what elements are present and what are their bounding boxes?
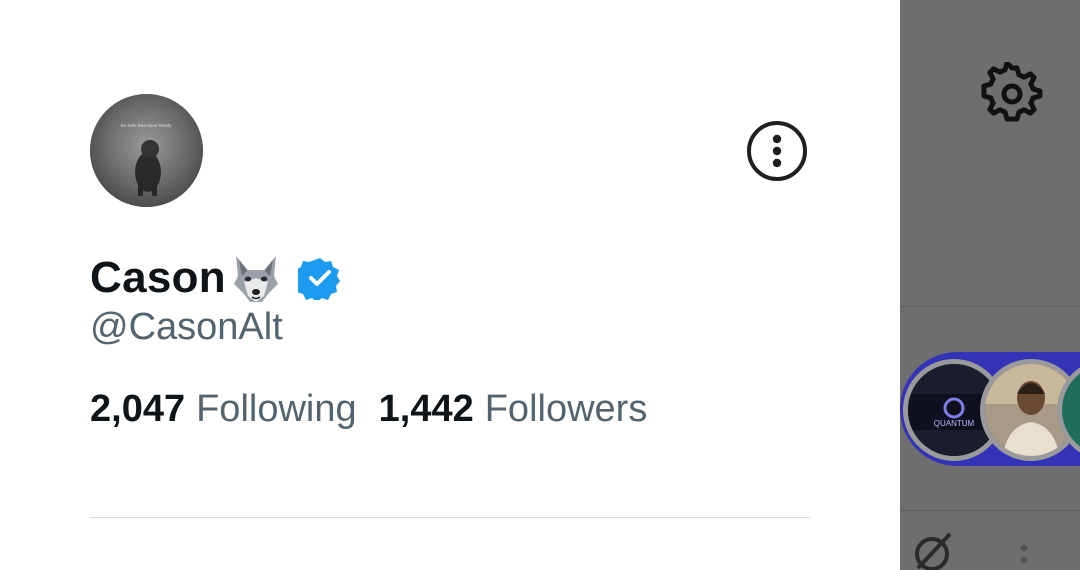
follow-stats: 2,047 Following 1,442 Followers: [90, 388, 647, 431]
profile-drawer: Be Safe Bast Beat Ready Cason @CasonAlt …: [0, 0, 900, 570]
user-handle[interactable]: @CasonAlt: [90, 306, 283, 349]
following-count: 2,047: [90, 388, 186, 430]
more-options-icon: [772, 134, 782, 168]
following-label: Following: [196, 388, 357, 430]
gear-icon[interactable]: [980, 62, 1044, 126]
slash-circle-icon[interactable]: [910, 530, 954, 570]
spaces-bar[interactable]: QUANTUM: [900, 352, 1080, 466]
avatar[interactable]: Be Safe Bast Beat Ready: [90, 94, 203, 207]
verified-badge-icon[interactable]: [297, 256, 342, 300]
wolf-face-icon: [233, 256, 278, 302]
followers-count: 1,442: [378, 388, 474, 430]
followers-label: Followers: [484, 388, 648, 430]
followers-link[interactable]: 1,442 Followers: [379, 388, 648, 431]
following-link[interactable]: 2,047 Following: [90, 388, 357, 431]
section-divider: [90, 517, 810, 518]
space-banner-text: QUANTUM: [934, 419, 975, 428]
display-name[interactable]: Cason: [90, 253, 226, 303]
screen: QUANTUM Be Safe Bast Beat Ready Cason @C…: [0, 0, 1080, 570]
vertical-dots-icon[interactable]: [1018, 544, 1030, 570]
avatar-caption: Be Safe Bast Beat Ready: [120, 123, 172, 128]
background-divider: [900, 306, 1080, 307]
background-divider: [900, 510, 1080, 511]
name-row[interactable]: Cason: [90, 248, 342, 308]
more-options-button[interactable]: [747, 121, 807, 181]
